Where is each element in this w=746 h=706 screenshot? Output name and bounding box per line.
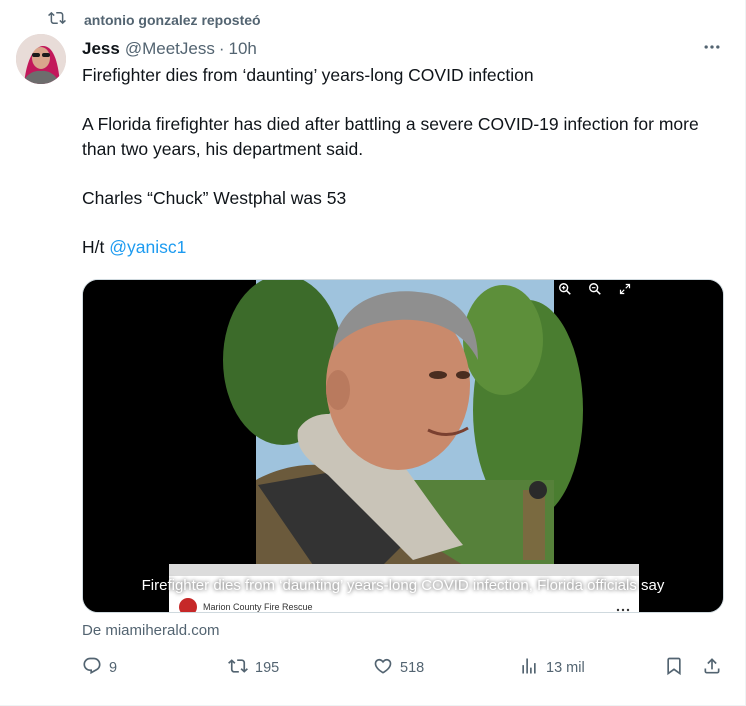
tweet-line-age: Charles “Chuck” Westphal was 53 xyxy=(82,188,347,208)
hattip-prefix: H/t xyxy=(82,237,105,257)
repost-count: 195 xyxy=(255,660,280,676)
tweet-line-title: Firefighter dies from ‘daunting’ years-l… xyxy=(82,65,534,85)
tweet-text: Firefighter dies from ‘daunting’ years-l… xyxy=(82,63,722,260)
more-options-button[interactable] xyxy=(701,38,723,60)
reply-count: 9 xyxy=(109,660,118,676)
reply-icon xyxy=(82,656,102,680)
meta-separator: · xyxy=(218,39,225,58)
share-button[interactable] xyxy=(702,655,722,681)
views-count: 13 mil xyxy=(546,660,585,676)
heart-icon xyxy=(373,656,393,680)
repost-context: antonio gonzalez reposteó xyxy=(48,8,261,32)
like-count: 518 xyxy=(400,660,425,676)
zoom-out-icon[interactable] xyxy=(587,281,603,297)
author-name[interactable]: Jess xyxy=(82,39,120,59)
zoom-in-icon[interactable] xyxy=(557,281,573,297)
expand-icon[interactable] xyxy=(617,281,633,297)
link-source[interactable]: De miamiherald.com xyxy=(82,622,220,639)
repost-button[interactable]: 195 xyxy=(228,655,279,681)
views-button[interactable]: 13 mil xyxy=(519,655,585,681)
repost-label[interactable]: antonio gonzalez reposteó xyxy=(84,12,261,28)
action-bar: 9 195 518 13 mil xyxy=(82,655,730,681)
more-icon xyxy=(702,37,722,62)
tweet-line-summary: A Florida firefighter has died after bat… xyxy=(82,114,699,159)
repost-action-icon xyxy=(228,656,248,680)
views-icon xyxy=(519,656,539,680)
author-handle[interactable]: @MeetJess xyxy=(125,39,215,59)
reply-button[interactable]: 9 xyxy=(82,655,117,681)
viewer-controls xyxy=(557,280,633,298)
link-card-media[interactable]: Marion County Fire Rescue Firefighter di… xyxy=(82,279,724,613)
avatar[interactable] xyxy=(16,34,66,84)
tweet-card[interactable]: antonio gonzalez reposteó Jess @MeetJess… xyxy=(0,0,746,706)
post-time[interactable]: 10h xyxy=(229,39,257,59)
share-icon xyxy=(702,656,722,680)
article-photo: Marion County Fire Rescue xyxy=(83,280,723,612)
media-caption: Firefighter dies from ‘daunting’ years-l… xyxy=(141,577,665,594)
fire-rescue-logo-text: Marion County Fire Rescue xyxy=(203,602,313,612)
repost-icon xyxy=(48,9,66,32)
bookmark-icon xyxy=(664,656,684,680)
mention-link[interactable]: @yanisc1 xyxy=(109,237,186,257)
bookmark-button[interactable] xyxy=(664,655,684,681)
tweet-line-hattip: H/t @yanisc1 xyxy=(82,235,722,260)
like-button[interactable]: 518 xyxy=(373,655,424,681)
tweet-header: Jess @MeetJess · 10h xyxy=(82,38,725,60)
